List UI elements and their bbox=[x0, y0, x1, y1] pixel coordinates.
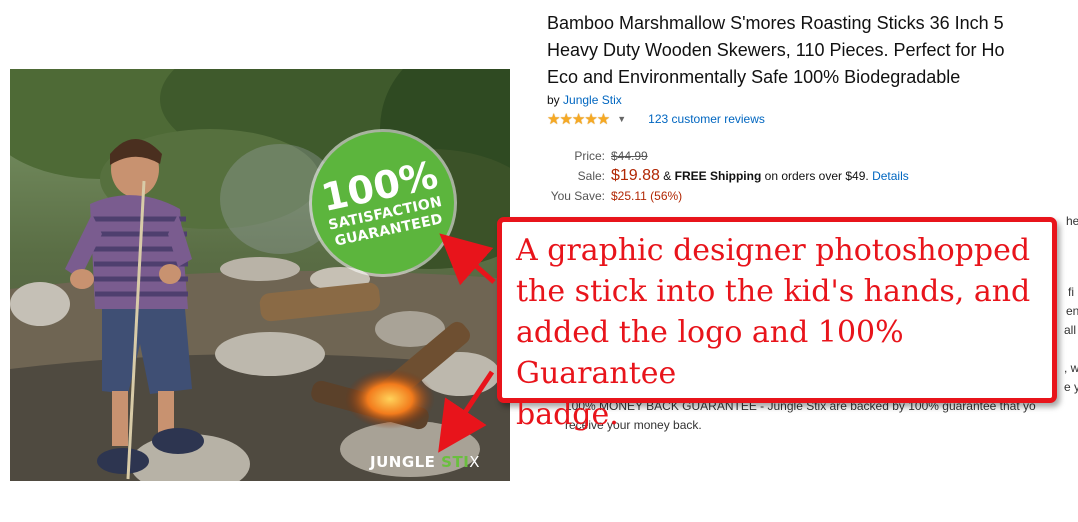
logo-x: X bbox=[469, 453, 481, 471]
list-price-row: Price: $44.99 bbox=[547, 146, 909, 166]
callout-line-2: the stick into the kid's hands, and bbox=[516, 274, 1031, 309]
list-price-value: $44.99 bbox=[611, 149, 648, 163]
campfire-photo bbox=[10, 69, 510, 481]
you-save-row: You Save: $25.11 (56%) bbox=[547, 186, 909, 206]
sale-price-value: $19.88 bbox=[611, 167, 660, 184]
star-icon[interactable]: ★★★★★ bbox=[547, 110, 610, 128]
desc-fragment: fi bbox=[1068, 285, 1074, 299]
desc-fragment: all bbox=[1064, 323, 1077, 337]
jungle-stix-logo: JUNGLE STIX bbox=[370, 453, 480, 471]
rating-row: ★★★★★ ▼ 123 customer reviews bbox=[547, 110, 765, 128]
desc-fragment: , w bbox=[1064, 361, 1078, 375]
you-save-value: $25.11 (56%) bbox=[611, 189, 683, 203]
price-block: Price: $44.99 Sale: $19.88 & FREE Shippi… bbox=[547, 146, 909, 206]
product-image[interactable]: 100% SATISFACTION GUARANTEED JUNGLE STIX bbox=[10, 69, 510, 481]
free-shipping-label: FREE Shipping bbox=[674, 169, 762, 183]
callout-line-1: A graphic designer photoshopped bbox=[516, 233, 1031, 268]
by-prefix: by bbox=[547, 93, 560, 107]
list-price-label: Price: bbox=[574, 149, 605, 163]
annotation-callout: A graphic designer photoshopped the stic… bbox=[497, 217, 1057, 432]
logo-accent: STI bbox=[441, 453, 470, 471]
desc-fragment: en bbox=[1066, 304, 1078, 318]
desc-fragment: he bbox=[1066, 214, 1078, 228]
sale-price-row: Sale: $19.88 & FREE Shipping on orders o… bbox=[547, 166, 909, 186]
product-title: Bamboo Marshmallow S'mores Roasting Stic… bbox=[547, 10, 1078, 91]
customer-reviews-link[interactable]: 123 customer reviews bbox=[648, 112, 765, 126]
shipping-details-link[interactable]: Details bbox=[872, 169, 909, 183]
callout-line-4: badge. bbox=[516, 397, 619, 432]
byline: by Jungle Stix bbox=[547, 93, 622, 107]
chevron-down-icon[interactable]: ▼ bbox=[617, 114, 626, 124]
desc-fragment: e y bbox=[1064, 380, 1078, 394]
shipping-suffix: on orders over $49. bbox=[764, 169, 869, 183]
sale-price-label: Sale: bbox=[577, 169, 605, 183]
title-line-1: Bamboo Marshmallow S'mores Roasting Stic… bbox=[547, 13, 1004, 33]
title-line-2: Heavy Duty Wooden Skewers, 110 Pieces. P… bbox=[547, 40, 1005, 60]
callout-line-3: added the logo and 100% Guarantee bbox=[516, 315, 904, 391]
you-save-label: You Save: bbox=[550, 189, 605, 203]
logo-word: JUNGLE bbox=[370, 453, 436, 471]
title-line-3: Eco and Environmentally Safe 100% Biodeg… bbox=[547, 67, 961, 87]
brand-link[interactable]: Jungle Stix bbox=[563, 93, 622, 107]
shipping-prefix: & bbox=[663, 169, 672, 183]
